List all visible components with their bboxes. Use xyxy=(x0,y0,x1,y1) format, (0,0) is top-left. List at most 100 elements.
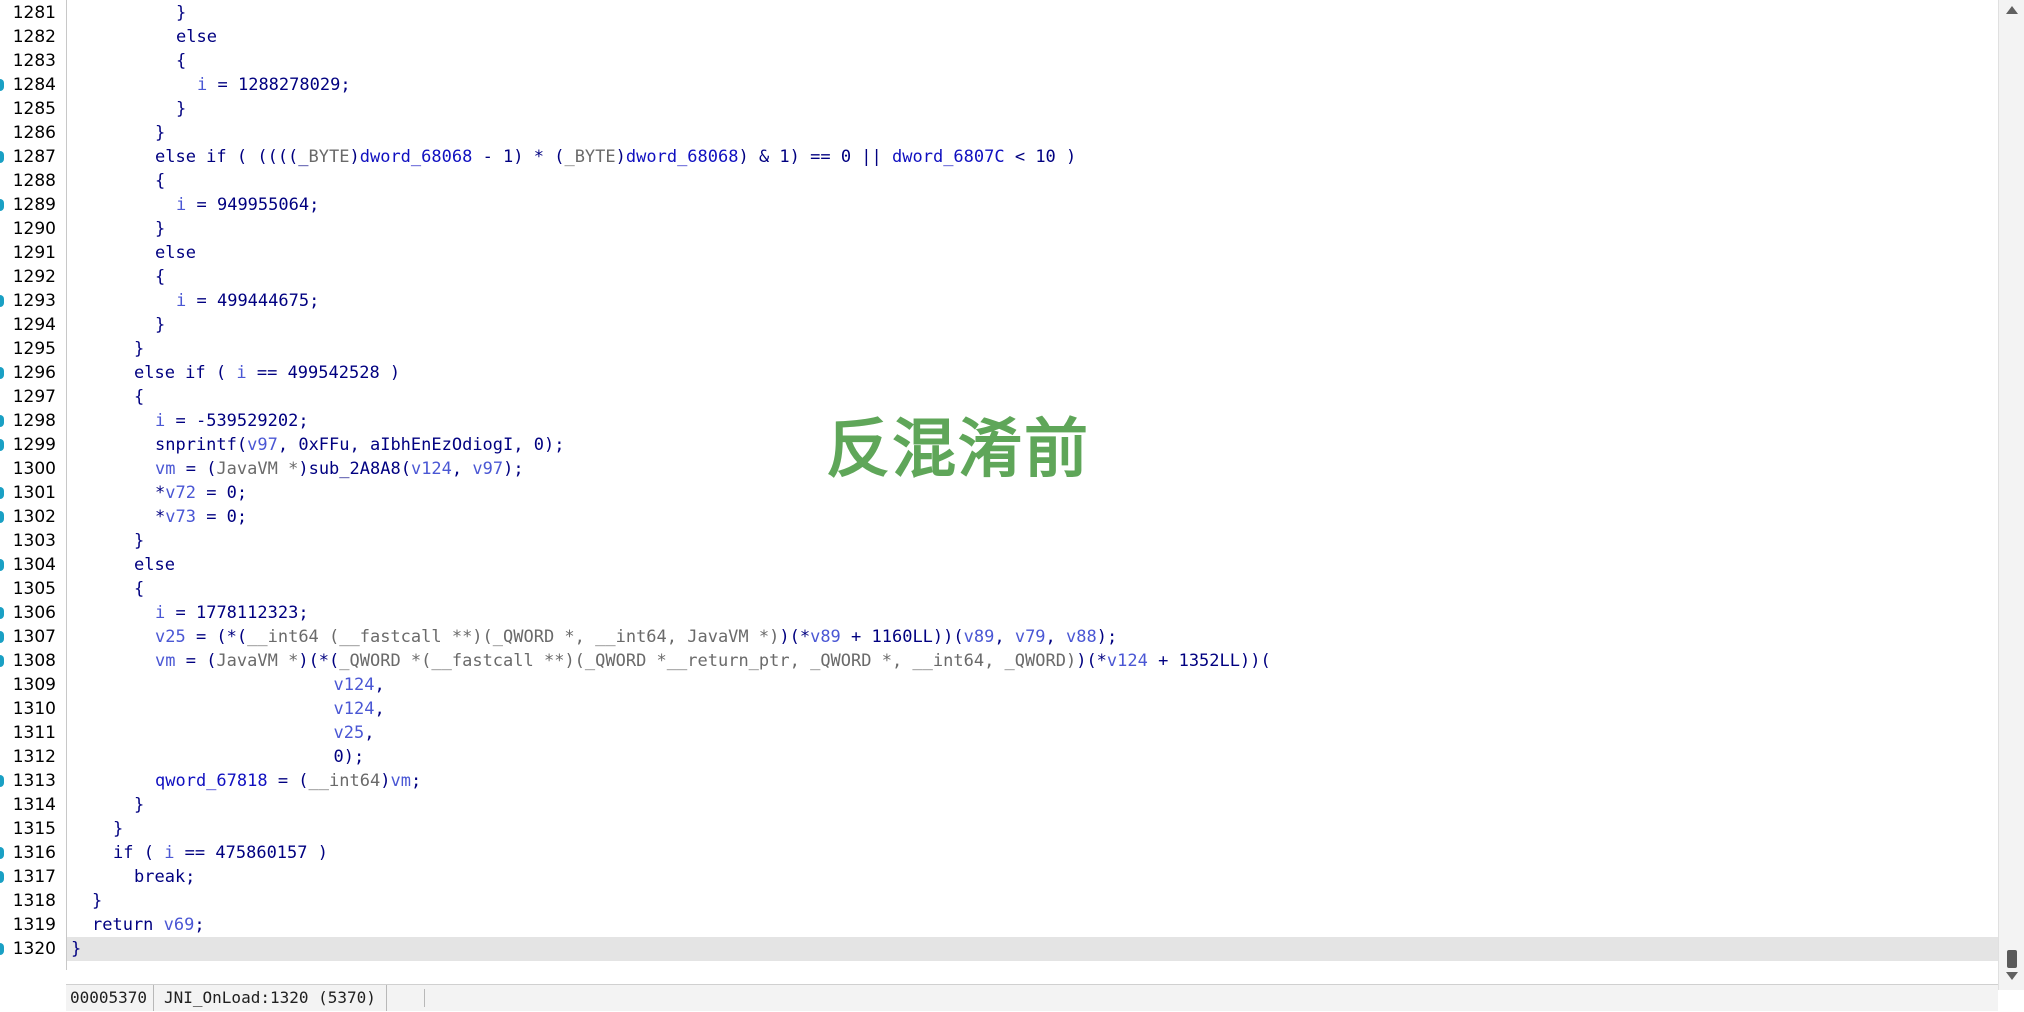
code-line[interactable]: vm = (JavaVM *)sub_2A8A8(v124, v97); xyxy=(155,457,524,481)
code-line[interactable]: v25, xyxy=(334,721,375,745)
scroll-down-arrow-icon[interactable] xyxy=(2006,972,2018,980)
global-token[interactable]: dword_6807C xyxy=(892,147,1005,167)
code-line[interactable]: { xyxy=(134,385,144,409)
code-line[interactable]: else if ( i == 499542528 ) xyxy=(134,361,400,385)
variable-token[interactable]: vm xyxy=(155,459,175,479)
line-number-gutter[interactable]: 1281 1282 1283 1284 1285 1286 1287 1288 1289 1290… xyxy=(0,0,66,970)
variable-token[interactable]: v88 xyxy=(1066,627,1097,647)
code-line[interactable]: } xyxy=(134,529,144,553)
variable-token[interactable]: v124 xyxy=(411,459,452,479)
variable-token[interactable]: v97 xyxy=(472,459,503,479)
code-line[interactable]: v25 = (*(__int64 (__fastcall **)(_QWORD … xyxy=(155,625,1117,649)
code-token: ) & 1) == 0 || xyxy=(738,147,893,167)
code-token[interactable]: sub_2A8A8 xyxy=(309,459,401,479)
variable-token[interactable]: i xyxy=(236,363,246,383)
code-token: 499542528 xyxy=(287,363,380,383)
code-line[interactable]: } xyxy=(155,217,165,241)
code-line[interactable]: } xyxy=(134,793,144,817)
line-number: 1308 xyxy=(12,651,56,671)
code-line[interactable]: } xyxy=(134,337,144,361)
code-token: == xyxy=(174,843,216,863)
code-token: { xyxy=(176,51,187,71)
code-line[interactable]: v124, xyxy=(334,673,385,697)
code-line[interactable]: else xyxy=(155,241,196,265)
line-number: 1313 xyxy=(12,771,56,791)
type-token: JavaVM * xyxy=(216,459,299,479)
code-line[interactable]: *v72 = 0; xyxy=(155,481,247,505)
line-number: 1286 xyxy=(12,123,56,143)
code-line[interactable]: { xyxy=(155,169,165,193)
variable-token[interactable]: v97 xyxy=(247,435,278,455)
code-token: == xyxy=(246,363,288,383)
variable-token[interactable]: vm xyxy=(390,771,410,791)
code-token: ) xyxy=(349,147,360,167)
code-line[interactable]: } xyxy=(113,817,123,841)
variable-token[interactable]: v73 xyxy=(165,507,196,527)
code-token: } xyxy=(155,219,166,239)
vertical-scrollbar[interactable] xyxy=(1998,0,2024,990)
code-token: = xyxy=(165,603,196,623)
code-token: 475860157 xyxy=(215,843,308,863)
variable-token[interactable]: v124 xyxy=(334,675,375,695)
code-line[interactable]: i = 499444675; xyxy=(176,289,319,313)
code-line[interactable]: else xyxy=(134,553,175,577)
code-line[interactable]: } xyxy=(155,313,165,337)
global-token[interactable]: dword_68068 xyxy=(626,147,739,167)
code-line[interactable]: else xyxy=(176,25,217,49)
variable-token[interactable]: i xyxy=(155,411,165,431)
code-token: else xyxy=(134,555,175,575)
code-line[interactable]: if ( i == 475860157 ) xyxy=(113,841,328,865)
code-token: ) xyxy=(380,771,391,791)
code-token: ); xyxy=(503,459,524,479)
line-number: 1318 xyxy=(12,891,56,911)
variable-token[interactable]: v25 xyxy=(334,723,365,743)
variable-token[interactable]: v72 xyxy=(165,483,196,503)
variable-token[interactable]: i xyxy=(164,843,174,863)
variable-token[interactable]: i xyxy=(176,195,186,215)
code-line[interactable]: v124, xyxy=(334,697,385,721)
variable-token[interactable]: v124 xyxy=(1107,651,1148,671)
code-line[interactable]: i = -539529202; xyxy=(155,409,309,433)
code-line[interactable]: { xyxy=(176,49,186,73)
code-line[interactable]: return v69; xyxy=(92,913,205,937)
variable-token[interactable]: i xyxy=(197,75,207,95)
variable-token[interactable]: v124 xyxy=(334,699,375,719)
code-line[interactable]: break; xyxy=(134,865,195,889)
type-token: JavaVM * xyxy=(216,651,299,671)
code-line[interactable]: { xyxy=(134,577,144,601)
variable-token[interactable]: i xyxy=(176,291,186,311)
code-line[interactable]: vm = (JavaVM *)(*(_QWORD *(__fastcall **… xyxy=(155,649,1271,673)
variable-token[interactable]: v25 xyxy=(155,627,186,647)
code-line[interactable]: qword_67818 = (__int64)vm; xyxy=(155,769,421,793)
code-line[interactable]: } xyxy=(71,937,81,961)
variable-token[interactable]: v69 xyxy=(164,915,195,935)
code-line[interactable]: i = 1778112323; xyxy=(155,601,309,625)
code-line[interactable]: *v73 = 0; xyxy=(155,505,247,529)
variable-token[interactable]: vm xyxy=(155,651,175,671)
code-token[interactable]: snprintf xyxy=(155,435,237,455)
variable-token[interactable]: v79 xyxy=(1015,627,1046,647)
code-line[interactable]: 0); xyxy=(334,745,365,769)
code-line[interactable]: else if ( ((((_BYTE)dword_68068 - 1) * (… xyxy=(155,145,1076,169)
scrollbar-thumb[interactable] xyxy=(2007,950,2017,968)
pseudocode-view: 1281 1282 1283 1284 1285 1286 1287 1288 1289 1290… xyxy=(0,0,2024,1012)
code-line[interactable]: } xyxy=(176,1,186,25)
code-line[interactable]: i = 949955064; xyxy=(176,193,319,217)
variable-token[interactable]: i xyxy=(155,603,165,623)
code-token: ; xyxy=(309,195,320,215)
global-token[interactable]: qword_67818 xyxy=(155,771,268,791)
variable-token[interactable]: v89 xyxy=(810,627,841,647)
variable-token[interactable]: v89 xyxy=(964,627,995,647)
code-line[interactable]: { xyxy=(155,265,165,289)
global-token[interactable]: dword_68068 xyxy=(360,147,473,167)
code-line[interactable]: i = 1288278029; xyxy=(197,73,351,97)
code-token: = ( xyxy=(175,459,217,479)
scroll-up-arrow-icon[interactable] xyxy=(2006,6,2018,14)
code-line[interactable]: } xyxy=(92,889,102,913)
code-token: = xyxy=(186,291,217,311)
code-line[interactable]: } xyxy=(155,121,165,145)
type-token: _QWORD *(__fastcall **)(_QWORD *__return… xyxy=(339,651,1077,671)
code-line[interactable]: } xyxy=(176,97,186,121)
code-line[interactable]: snprintf(v97, 0xFFu, aIbhEnEzOdiogI, 0); xyxy=(155,433,564,457)
line-number: 1309 xyxy=(12,675,56,695)
